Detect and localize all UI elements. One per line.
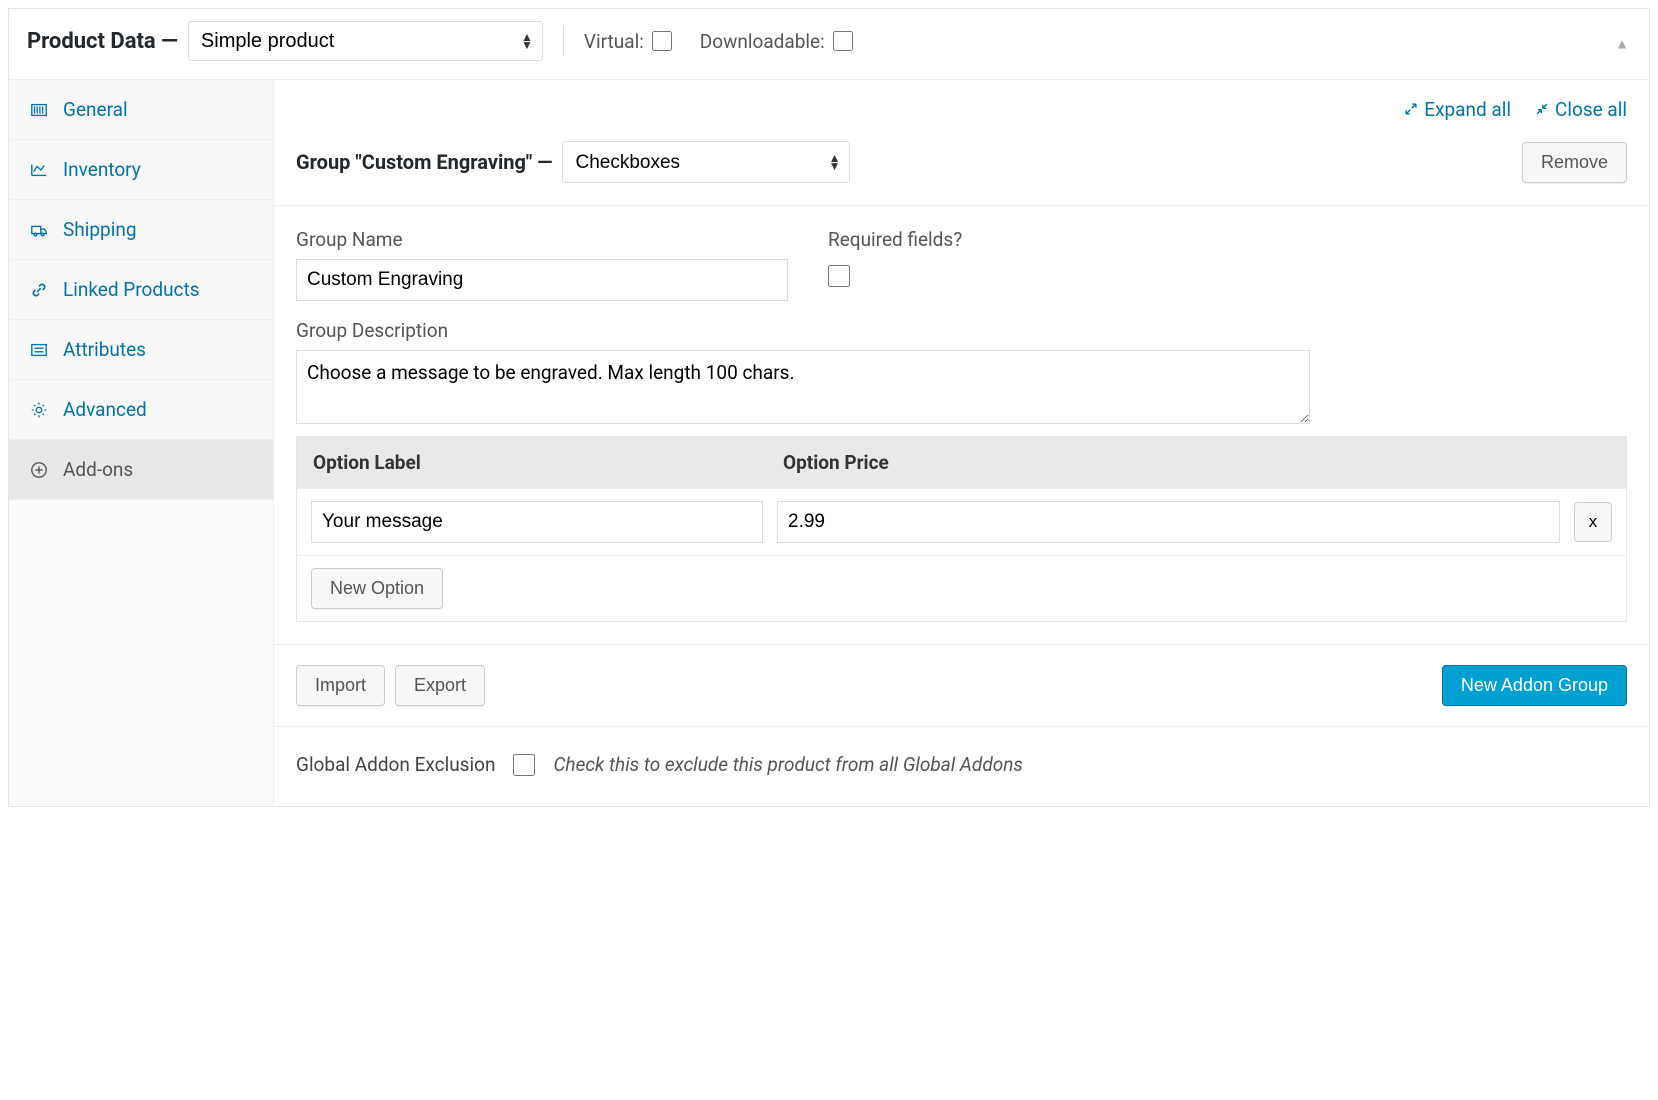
sidebar-item-label: Advanced (63, 398, 147, 421)
expand-icon (1404, 98, 1418, 121)
expand-all-label: Expand all (1424, 98, 1511, 121)
sidebar-item-shipping[interactable]: Shipping (9, 200, 273, 260)
sidebar-item-label: Linked Products (63, 278, 200, 301)
sidebar: General Inventory Shipping Linked Produc… (9, 80, 274, 806)
group-type-select[interactable]: Checkboxes (562, 141, 850, 183)
sidebar-item-inventory[interactable]: Inventory (9, 140, 273, 200)
group-name-field: Group Name (296, 228, 788, 301)
group-title: Group "Custom Engraving" — (296, 150, 552, 174)
collapse-icon (1535, 98, 1549, 121)
remove-group-button[interactable]: Remove (1522, 142, 1627, 183)
option-row: x (297, 488, 1626, 555)
exclusion-checkbox[interactable] (513, 754, 535, 776)
footer-bar: Import Export New Addon Group (274, 644, 1649, 726)
group-description-input[interactable] (296, 350, 1310, 424)
options-table-foot: New Option (297, 555, 1626, 621)
required-field: Required fields? (828, 228, 962, 301)
option-price-input[interactable] (777, 501, 1560, 543)
sidebar-item-linked[interactable]: Linked Products (9, 260, 273, 320)
expand-all-link[interactable]: Expand all (1404, 98, 1511, 121)
exclusion-bar: Global Addon Exclusion Check this to exc… (274, 726, 1649, 806)
required-checkbox[interactable] (828, 265, 850, 287)
virtual-checkbox[interactable] (652, 31, 672, 51)
sidebar-item-label: Attributes (63, 338, 146, 361)
main-content: Expand all Close all Group "Custom Engra… (274, 80, 1649, 806)
barcode-icon (29, 100, 49, 120)
delete-option-button[interactable]: x (1574, 502, 1612, 542)
exclusion-hint: Check this to exclude this product from … (553, 753, 1022, 776)
sidebar-item-addons[interactable]: Add-ons (9, 440, 273, 500)
exclusion-label: Global Addon Exclusion (296, 753, 495, 776)
panel-header: Product Data — Simple product ▲▼ Virtual… (9, 9, 1649, 80)
option-label-header: Option Label (313, 451, 783, 474)
panel-body: General Inventory Shipping Linked Produc… (9, 80, 1649, 806)
option-label-input[interactable] (311, 501, 763, 543)
panel-title: Product Data — (27, 29, 178, 54)
gear-icon (29, 400, 49, 420)
sidebar-item-label: Add-ons (63, 458, 133, 481)
toolbar-top: Expand all Close all (274, 80, 1649, 131)
list-icon (29, 340, 49, 360)
virtual-label: Virtual: (584, 30, 644, 53)
sidebar-item-advanced[interactable]: Advanced (9, 380, 273, 440)
required-label: Required fields? (828, 228, 962, 251)
addon-group-header: Group "Custom Engraving" — Checkboxes ▲▼… (274, 131, 1649, 205)
sidebar-item-attributes[interactable]: Attributes (9, 320, 273, 380)
sidebar-item-label: Shipping (63, 218, 137, 241)
sidebar-item-label: Inventory (63, 158, 141, 181)
link-icon (29, 280, 49, 300)
close-all-link[interactable]: Close all (1535, 98, 1627, 121)
export-button[interactable]: Export (395, 665, 485, 706)
options-table-head: Option Label Option Price (297, 437, 1626, 488)
group-name-label: Group Name (296, 228, 788, 251)
chart-icon (29, 160, 49, 180)
sidebar-item-label: General (63, 98, 128, 121)
group-name-input[interactable] (296, 259, 788, 301)
product-type-select[interactable]: Simple product (188, 21, 543, 61)
sidebar-item-general[interactable]: General (9, 80, 273, 140)
downloadable-checkbox[interactable] (833, 31, 853, 51)
downloadable-label: Downloadable: (700, 30, 825, 53)
close-all-label: Close all (1555, 98, 1627, 121)
group-body: Group Name Required fields? Group Descri… (274, 205, 1649, 644)
field-row: Group Name Required fields? (296, 228, 1627, 301)
new-addon-group-button[interactable]: New Addon Group (1442, 665, 1627, 706)
group-description-field: Group Description (296, 319, 1627, 424)
plus-circle-icon (29, 460, 49, 480)
group-description-label: Group Description (296, 319, 1627, 342)
import-button[interactable]: Import (296, 665, 385, 706)
divider (563, 26, 564, 56)
option-price-header: Option Price (783, 451, 1610, 474)
new-option-button[interactable]: New Option (311, 568, 443, 609)
options-table: Option Label Option Price x New Option (296, 436, 1627, 622)
truck-icon (29, 220, 49, 240)
collapse-caret-icon[interactable]: ▲ (1615, 36, 1629, 53)
product-data-panel: Product Data — Simple product ▲▼ Virtual… (8, 8, 1650, 807)
